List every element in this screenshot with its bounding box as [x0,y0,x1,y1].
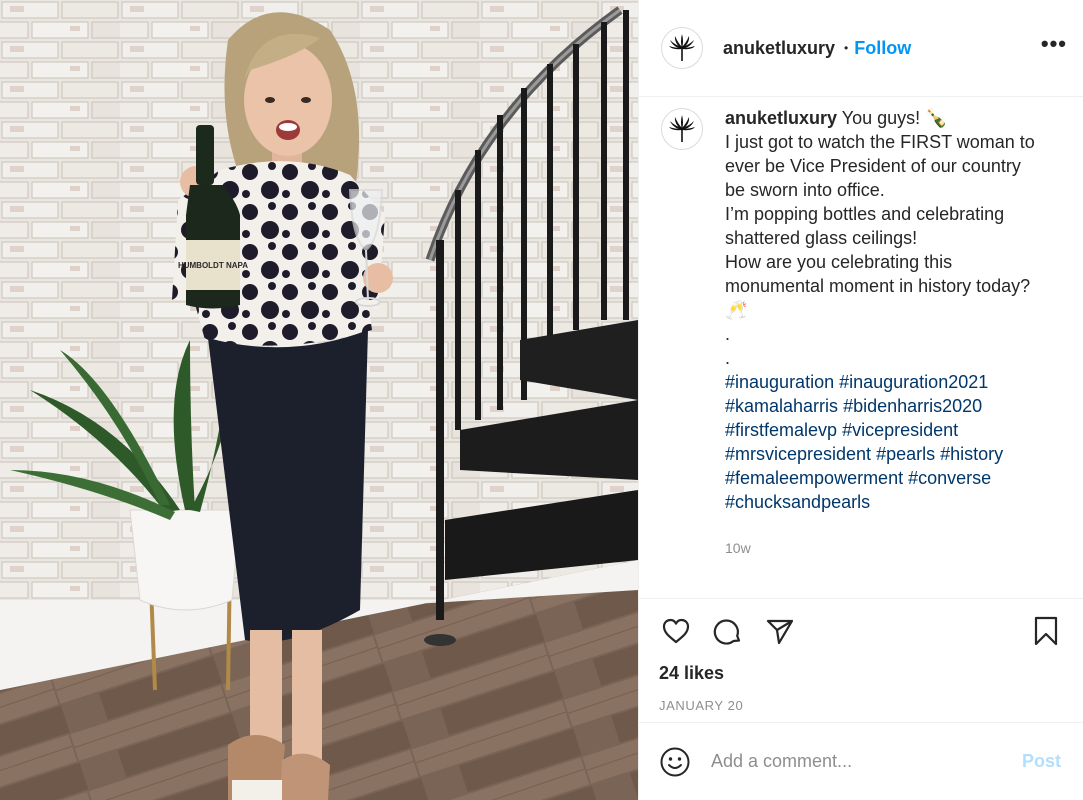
post-header: anuketluxury • Follow ••• [639,0,1083,97]
comment-input[interactable] [711,751,1022,772]
post-actions: 24 likes JANUARY 20 [639,598,1083,713]
hashtag-link[interactable]: #kamalaharris [725,396,838,416]
hashtag-line: #chucksandpearls [725,490,1035,514]
post-detail-panel: anuketluxury • Follow ••• anuketluxury Y… [638,0,1083,800]
caption-line: . [725,348,731,368]
comment-box: Post [639,722,1083,800]
caption-line: . [725,324,731,344]
caption-line: be sworn into office. [725,180,885,200]
hashtag-link[interactable]: #chucksandpearls [725,492,870,512]
caption-first-line: anuketluxury You guys! 🍾 [725,106,1035,130]
caption-line: How are you celebrating this [725,252,953,272]
caption-text: anuketluxury You guys! 🍾 I just got to w… [725,106,1035,598]
comment-icon[interactable] [711,614,745,648]
caption-line: 🥂 [725,300,748,320]
hashtag-line: #kamalaharris #bidenharris2020 [725,394,1035,418]
hashtag-line: #inauguration #inauguration2021 [725,370,1035,394]
header-separator: • [844,41,849,55]
caption-line: ever be Vice President of our country [725,156,1021,176]
hashtag-link[interactable]: #inauguration2021 [839,372,988,392]
post-time-ago[interactable]: 10w [725,536,1035,560]
caption-username[interactable]: anuketluxury [725,108,837,128]
avatar[interactable] [661,27,703,69]
photo-illustration: HUMBOLDT NAPA [0,0,638,800]
hashtag-link[interactable]: #inauguration [725,372,834,392]
smiley-icon[interactable] [659,746,691,778]
more-options-icon[interactable]: ••• [1041,31,1067,65]
hashtag-link[interactable]: #pearls [876,444,935,464]
hashtag-link[interactable]: #converse [908,468,991,488]
hashtag-link[interactable]: #history [940,444,1003,464]
caption-avatar[interactable] [661,108,703,150]
caption-line: shattered glass ceilings! [725,228,918,248]
post-photo[interactable]: HUMBOLDT NAPA [0,0,638,800]
palm-leaf-logo-icon [669,34,695,61]
hashtag-line: #femaleempowerment #converse [725,466,1035,490]
post-date: JANUARY 20 [659,698,744,713]
post-comment-button[interactable]: Post [1022,751,1061,772]
caption-section: anuketluxury You guys! 🍾 I just got to w… [639,98,1083,598]
follow-button[interactable]: Follow [854,38,911,59]
hashtag-line: #firstfemalevp #vicepresident [725,418,1035,442]
hashtag-link[interactable]: #bidenharris2020 [843,396,982,416]
paper-plane-icon[interactable] [763,614,797,648]
caption-line: monumental moment in history today? [725,276,1031,296]
header-username[interactable]: anuketluxury [723,38,835,59]
bottle-label-text: HUMBOLDT NAPA [178,261,248,270]
hashtag-link[interactable]: #firstfemalevp [725,420,837,440]
bookmark-icon[interactable] [1029,614,1063,648]
hashtag-link[interactable]: #mrsvicepresident [725,444,871,464]
heart-icon[interactable] [659,614,693,648]
hashtag-link[interactable]: #femaleempowerment [725,468,903,488]
hashtag-link[interactable]: #vicepresident [842,420,958,440]
instagram-post: HUMBOLDT NAPA anuketluxury • Follow ••• … [0,0,1083,800]
caption-line: I just got to watch the FIRST woman to [725,132,1035,152]
likes-count[interactable]: 24 likes [659,663,1063,684]
caption-line: You guys! 🍾 [841,108,948,128]
hashtag-line: #mrsvicepresident #pearls #history [725,442,1035,466]
caption-line: I’m popping bottles and celebrating [725,204,1005,224]
palm-leaf-logo-icon [669,115,695,142]
action-icons-row [659,613,1063,649]
hashtag-list: #inauguration #inauguration2021 #kamalah… [725,370,1035,514]
